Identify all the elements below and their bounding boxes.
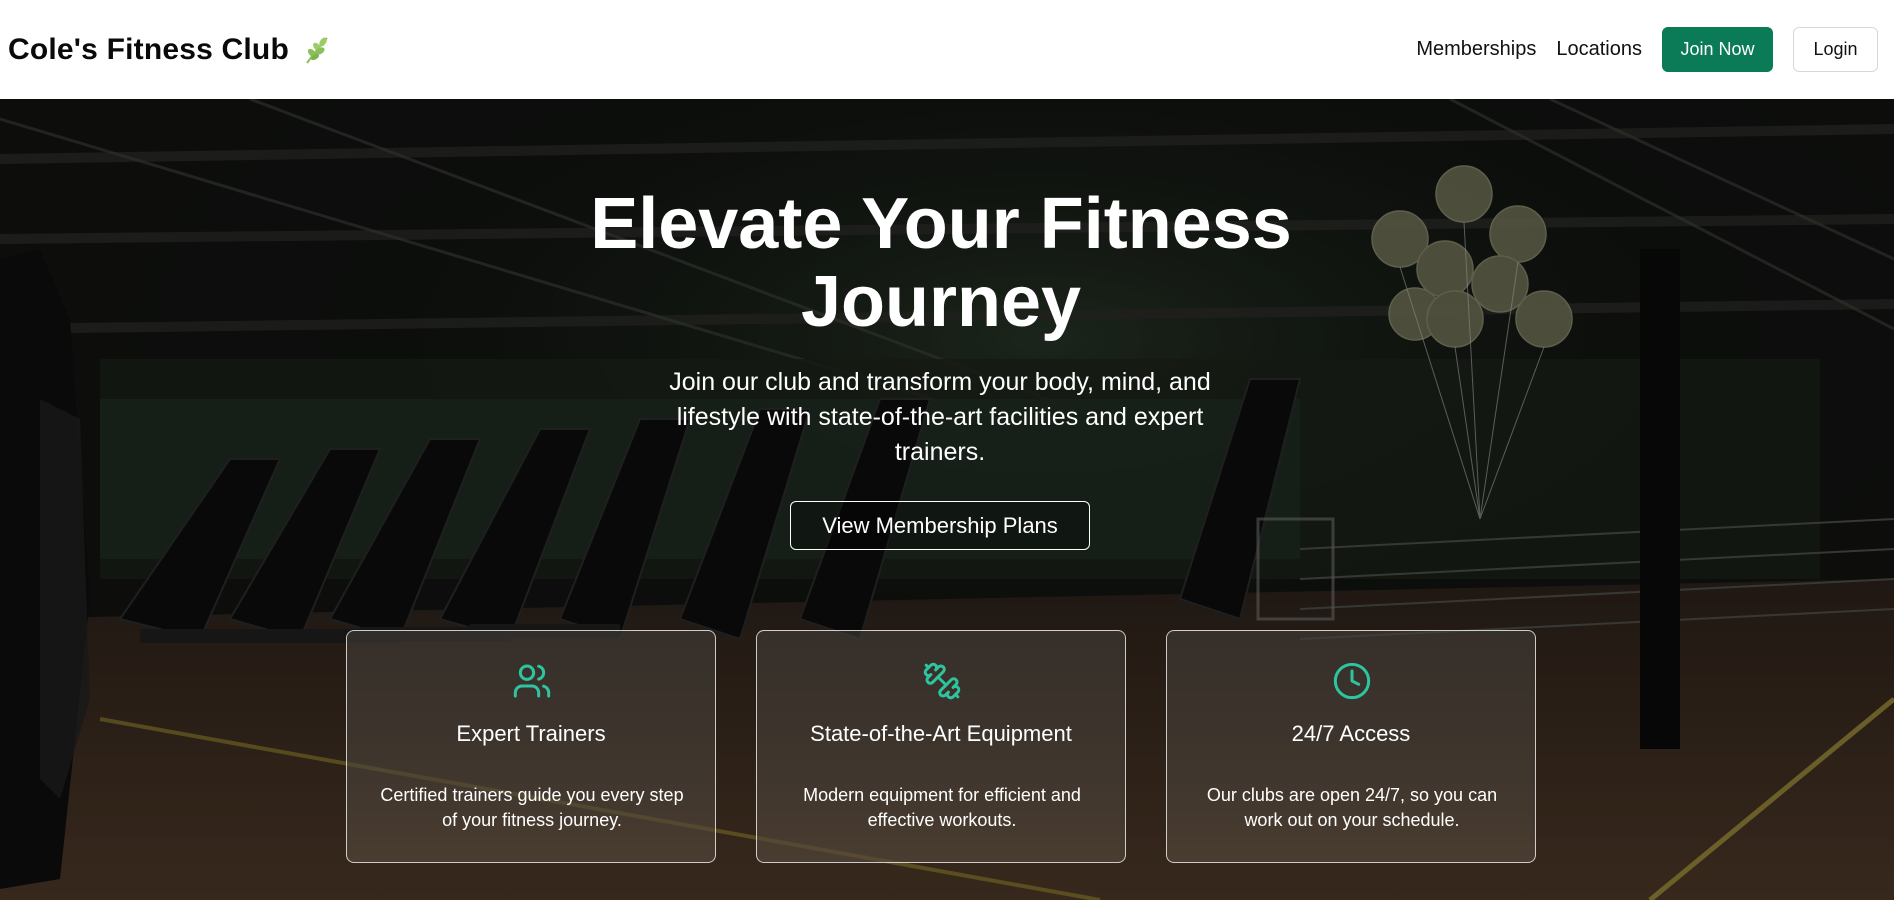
feature-description: Our clubs are open 24/7, so you can work… xyxy=(1206,785,1498,830)
feature-description: Modern equipment for efficient and effec… xyxy=(803,785,1081,830)
clock-icon xyxy=(1333,662,1371,700)
nav-link-locations[interactable]: Locations xyxy=(1556,38,1642,61)
feature-card-equipment: State-of-the-Art Equipment Modern equipm… xyxy=(756,630,1126,863)
brand[interactable]: Cole's Fitness Club xyxy=(8,33,331,67)
join-now-button[interactable]: Join Now xyxy=(1662,27,1773,72)
feature-card-access: 24/7 Access Our clubs are open 24/7, so … xyxy=(1166,630,1536,863)
feature-card-expert-trainers: Expert Trainers Certified trainers guide… xyxy=(346,630,716,863)
feature-title: State-of-the-Art Equipment xyxy=(810,721,1072,746)
feature-cards: Expert Trainers Certified trainers guide… xyxy=(346,630,1537,863)
hero-section: Elevate Your Fitness Journey Join our cl… xyxy=(0,99,1894,900)
brand-title[interactable]: Cole's Fitness Club xyxy=(8,33,289,67)
hero-title: Elevate Your Fitness Journey xyxy=(590,184,1292,342)
feature-description: Certified trainers guide you every step … xyxy=(380,785,684,830)
feature-title: Expert Trainers xyxy=(456,721,606,746)
nav-link-memberships[interactable]: Memberships xyxy=(1416,38,1536,61)
feature-title: 24/7 Access xyxy=(1291,721,1411,746)
top-navbar: Cole's Fitness Club Memberships Location… xyxy=(0,0,1894,99)
login-button[interactable]: Login xyxy=(1793,27,1878,72)
view-membership-plans-button[interactable]: View Membership Plans xyxy=(790,501,1090,550)
nav-menu: Memberships Locations Join Now Login xyxy=(1416,27,1886,72)
dumbbell-icon xyxy=(923,662,961,700)
leaf-icon xyxy=(306,36,328,64)
users-icon xyxy=(513,664,551,698)
hero-subtitle: Join our club and transform your body, m… xyxy=(669,368,1211,466)
